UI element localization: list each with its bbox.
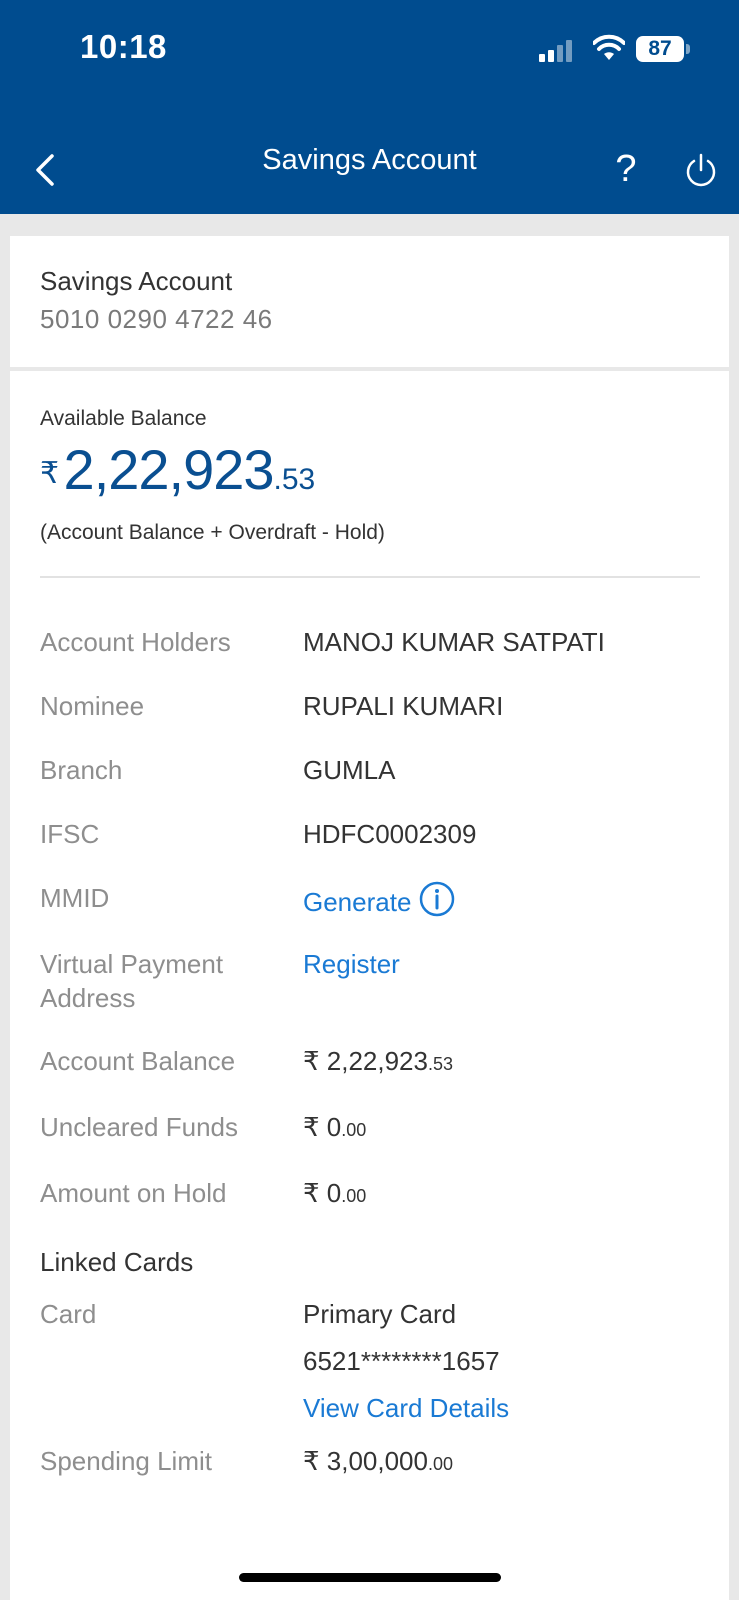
available-balance-amount: ₹ 2,22,923.53 xyxy=(40,437,315,502)
info-icon[interactable] xyxy=(419,881,455,917)
mmid-generate-link[interactable]: Generate xyxy=(303,887,411,917)
spending-limit-value: ₹ 3,00,000.00 xyxy=(303,1444,453,1481)
vpa-label-line1: Virtual Payment xyxy=(40,949,224,979)
balance-integer: 2,22,923 xyxy=(63,438,275,501)
account-summary-card: Savings Account 5010 0290 4722 46 xyxy=(10,236,729,367)
battery-icon: 87 xyxy=(636,36,690,62)
spending-limit-decimal: .00 xyxy=(427,1454,454,1474)
wifi-icon xyxy=(593,34,625,60)
spending-limit-label: Spending Limit xyxy=(40,1446,212,1476)
app-header: 10:18 87 Savings Account ? xyxy=(0,0,739,214)
account-name: Savings Account xyxy=(40,266,233,296)
uncleared-funds-label: Uncleared Funds xyxy=(40,1112,238,1142)
ifsc-value: HDFC0002309 xyxy=(303,819,477,849)
linked-cards-heading: Linked Cards xyxy=(40,1247,194,1277)
card-label: Card xyxy=(40,1299,97,1329)
spending-limit-integer: ₹ 3,00,000 xyxy=(303,1446,428,1476)
uncleared-funds-value: ₹ 0.00 xyxy=(303,1110,366,1147)
view-card-details-link[interactable]: View Card Details xyxy=(303,1391,509,1425)
account-holders-value: MANOJ KUMAR SATPATI xyxy=(303,627,605,657)
rupee-symbol: ₹ xyxy=(40,457,60,490)
account-balance-label: Account Balance xyxy=(40,1046,236,1076)
balance-decimal: .53 xyxy=(273,463,316,496)
nominee-value: RUPALI KUMARI xyxy=(303,691,504,721)
uncleared-decimal: .00 xyxy=(341,1120,367,1140)
account-holders-label: Account Holders xyxy=(40,627,231,657)
ifsc-label: IFSC xyxy=(40,819,100,849)
status-time: 10:18 xyxy=(80,28,167,65)
branch-label: Branch xyxy=(40,755,123,785)
card-type: Primary Card xyxy=(303,1299,457,1329)
mmid-value: Generate xyxy=(303,881,455,919)
card-number: 6521********1657 xyxy=(303,1346,500,1376)
battery-level: 87 xyxy=(636,36,684,62)
account-number: 5010 0290 4722 46 xyxy=(40,304,273,334)
branch-value: GUMLA xyxy=(303,755,396,785)
cellular-signal-icon xyxy=(539,40,572,62)
amount-on-hold-label: Amount on Hold xyxy=(40,1178,227,1208)
mmid-label: MMID xyxy=(40,883,110,913)
hold-decimal: .00 xyxy=(341,1186,367,1206)
balance-note: (Account Balance + Overdraft - Hold) xyxy=(40,521,385,544)
account-details-card: Available Balance ₹ 2,22,923.53 (Account… xyxy=(10,371,729,1600)
hold-integer: ₹ 0 xyxy=(303,1178,342,1208)
vpa-label-line2: Address xyxy=(40,983,136,1013)
help-icon[interactable]: ? xyxy=(608,146,644,192)
account-balance-integer: ₹ 2,22,923 xyxy=(303,1046,428,1076)
nominee-label: Nominee xyxy=(40,691,145,721)
available-balance-label: Available Balance xyxy=(40,407,207,430)
power-logout-icon[interactable] xyxy=(682,152,720,190)
vpa-register-link[interactable]: Register xyxy=(303,947,400,981)
vpa-label: Virtual Payment Address xyxy=(40,947,223,1015)
amount-on-hold-value: ₹ 0.00 xyxy=(303,1176,366,1213)
account-balance-value: ₹ 2,22,923.53 xyxy=(303,1044,453,1081)
divider xyxy=(40,576,700,578)
account-balance-decimal: .53 xyxy=(427,1054,454,1074)
uncleared-integer: ₹ 0 xyxy=(303,1112,342,1142)
home-indicator[interactable] xyxy=(239,1573,501,1582)
